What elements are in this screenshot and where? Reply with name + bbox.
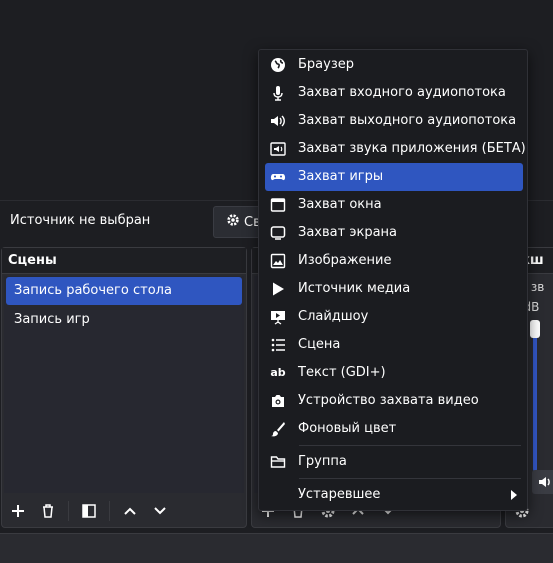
microphone-icon xyxy=(270,85,286,101)
list-icon xyxy=(270,337,286,353)
scenes-title: Сцены xyxy=(2,248,246,274)
scene-item-desktop[interactable]: Запись рабочего стола xyxy=(6,277,242,305)
speaker-icon xyxy=(539,477,550,487)
menu-item-label: Источник медиа xyxy=(298,281,411,296)
menu-divider xyxy=(299,445,521,446)
volume-slider-handle[interactable] xyxy=(530,320,540,338)
menu-item-slideshow[interactable]: Слайдшоу xyxy=(265,303,523,331)
status-bar xyxy=(0,533,553,563)
menu-item-label: Браузер xyxy=(298,57,354,72)
window-icon xyxy=(270,197,286,213)
menu-item-image[interactable]: Изображение xyxy=(265,247,523,275)
menu-item-audio-input[interactable]: Захват входного аудиопотока xyxy=(265,79,523,107)
remove-scene-button[interactable] xyxy=(36,499,60,523)
menu-item-browser[interactable]: Браузер xyxy=(265,51,523,79)
app-audio-icon xyxy=(270,141,286,157)
menu-item-label: Захват экрана xyxy=(298,225,397,240)
menu-item-label: Изображение xyxy=(298,253,392,268)
menu-item-video-capture[interactable]: Устройство захвата видео xyxy=(265,387,523,415)
menu-item-game-capture[interactable]: Захват игры xyxy=(265,163,523,191)
globe-icon xyxy=(270,57,286,73)
chevron-up-icon xyxy=(124,507,136,515)
camera-icon xyxy=(270,393,286,409)
menu-item-window-capture[interactable]: Захват окна xyxy=(265,191,523,219)
volume-slider[interactable] xyxy=(533,326,537,471)
menu-item-label: Захват входного аудиопотока xyxy=(298,85,506,100)
trash-icon xyxy=(43,504,53,518)
menu-item-scene[interactable]: Сцена xyxy=(265,331,523,359)
menu-divider xyxy=(299,478,521,479)
text-icon: ab xyxy=(270,366,286,379)
add-scene-button[interactable] xyxy=(6,499,30,523)
speaker-icon xyxy=(270,113,286,129)
image-icon xyxy=(270,253,286,269)
gamepad-icon xyxy=(270,169,286,185)
submenu-arrow-icon xyxy=(511,490,517,500)
no-source-label: Источник не выбран xyxy=(10,213,151,228)
scenes-dock: Сцены Запись рабочего стола Запись игр xyxy=(1,247,247,528)
add-source-menu: Браузер Захват входного аудиопотока Захв… xyxy=(258,49,528,511)
menu-item-label: Устройство захвата видео xyxy=(298,393,479,408)
chevron-down-icon xyxy=(154,507,166,515)
menu-item-display-capture[interactable]: Захват экрана xyxy=(265,219,523,247)
menu-item-label: Захват звука приложения (БЕТА) xyxy=(298,141,526,156)
menu-item-label: Слайдшоу xyxy=(298,309,369,324)
menu-item-label: Сцена xyxy=(298,337,341,352)
scene-filters-button[interactable] xyxy=(77,499,101,523)
gear-icon xyxy=(226,213,240,231)
menu-item-label: Захват выходного аудиопотока xyxy=(298,113,517,128)
menu-item-app-audio[interactable]: Захват звука приложения (БЕТА) xyxy=(265,135,526,163)
menu-item-label: Текст (GDI+) xyxy=(298,365,386,380)
toolbar-divider xyxy=(109,501,110,521)
menu-item-deprecated[interactable]: Устаревшее xyxy=(265,481,523,509)
menu-item-group[interactable]: Группа xyxy=(265,448,523,476)
menu-item-label: Фоновый цвет xyxy=(298,421,397,436)
scenes-list: Запись рабочего стола Запись игр xyxy=(4,276,244,493)
toolbar-divider xyxy=(68,501,69,521)
scene-item-games[interactable]: Запись игр xyxy=(6,306,242,334)
play-icon xyxy=(270,281,286,297)
menu-item-audio-output[interactable]: Захват выходного аудиопотока xyxy=(265,107,523,135)
menu-item-label: Захват игры xyxy=(298,169,384,184)
menu-item-media-source[interactable]: Источник медиа xyxy=(265,275,523,303)
mute-button[interactable] xyxy=(532,470,553,494)
menu-item-label: Захват окна xyxy=(298,197,382,212)
menu-item-label: Группа xyxy=(298,454,347,469)
menu-item-color-source[interactable]: Фоновый цвет xyxy=(265,415,523,443)
filter-icon xyxy=(82,504,96,518)
menu-item-text[interactable]: ab Текст (GDI+) xyxy=(265,359,523,387)
brush-icon xyxy=(270,421,286,437)
move-scene-up-button[interactable] xyxy=(118,499,142,523)
move-scene-down-button[interactable] xyxy=(148,499,172,523)
plus-icon xyxy=(12,505,24,517)
slideshow-icon xyxy=(270,309,286,325)
monitor-icon xyxy=(270,225,286,241)
menu-item-label: Устаревшее xyxy=(298,487,381,502)
scenes-toolbar xyxy=(2,495,246,527)
folder-icon xyxy=(270,454,286,470)
